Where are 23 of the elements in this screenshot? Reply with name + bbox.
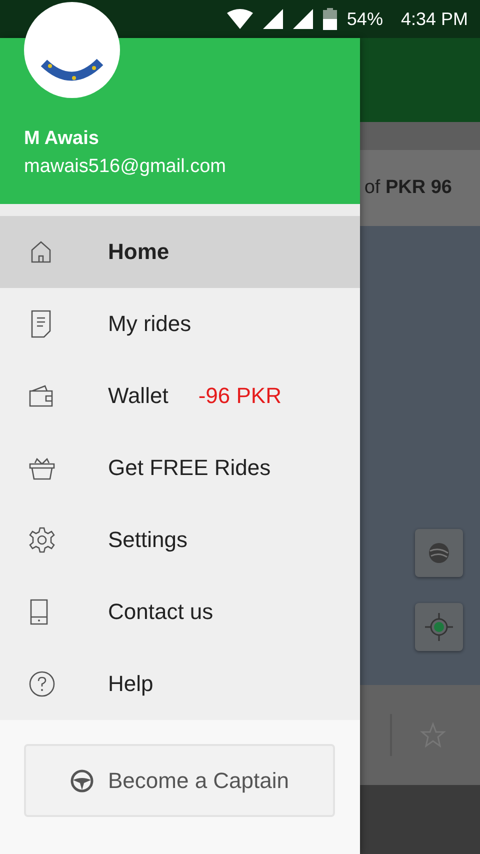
clock-time: 4:34 PM — [400, 8, 468, 30]
phone-icon — [28, 598, 50, 626]
menu-item[interactable]: Home — [0, 216, 360, 288]
steering-wheel-icon — [70, 768, 94, 792]
settings-icon — [28, 526, 56, 554]
wallet-balance: -96 PKR — [198, 383, 282, 409]
my-location-button[interactable] — [415, 603, 463, 651]
globe-icon — [427, 541, 451, 565]
signal-icon — [292, 9, 313, 29]
map-layers-button[interactable] — [415, 529, 463, 577]
battery-percentage: 54% — [346, 8, 383, 30]
gift-icon — [28, 455, 56, 481]
location-target-icon — [425, 613, 453, 641]
help-icon — [28, 670, 56, 698]
wallet-icon — [28, 383, 54, 409]
avatar-icon — [24, 2, 120, 98]
fare-text: of PKR 96 — [364, 177, 452, 199]
battery-icon — [322, 8, 337, 30]
wifi-icon — [226, 9, 253, 29]
user-name: M Awais — [24, 128, 100, 150]
user-email: mawais516@gmail.com — [24, 156, 227, 178]
signal-icon — [262, 9, 283, 29]
become-captain-button[interactable]: Become a Captain — [24, 744, 335, 817]
